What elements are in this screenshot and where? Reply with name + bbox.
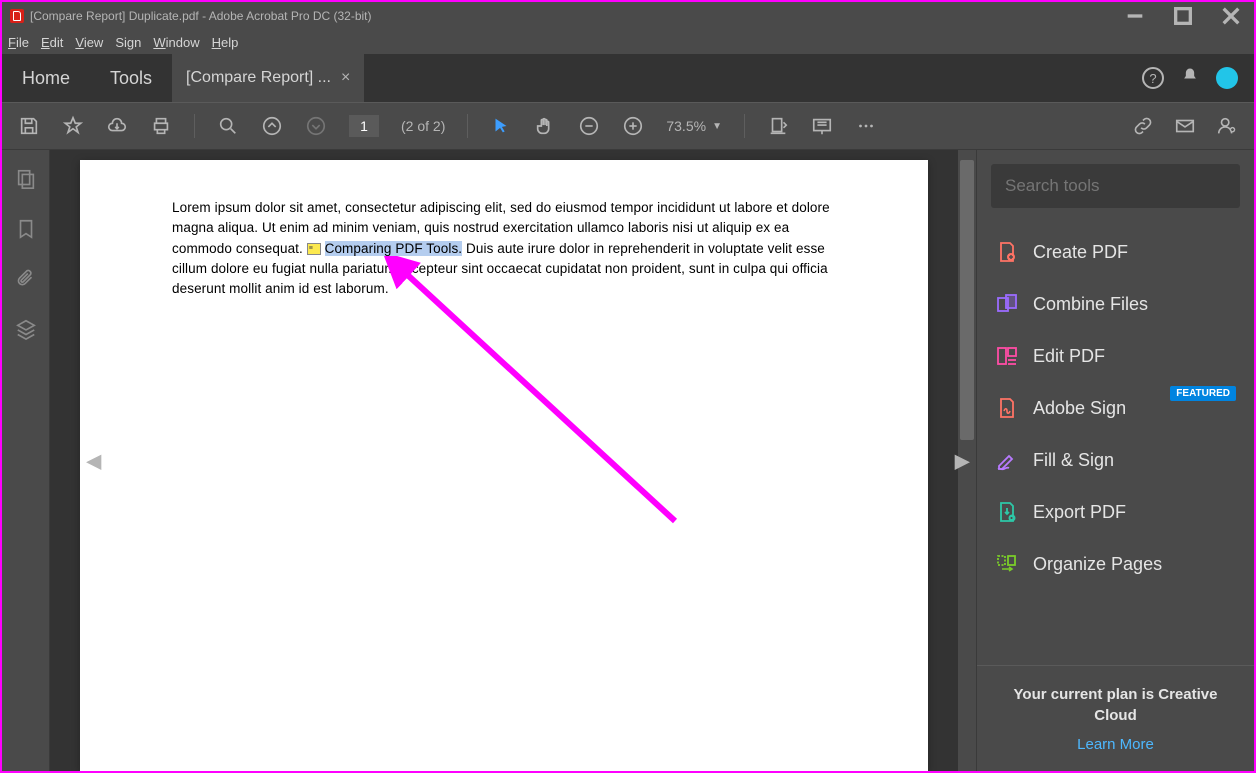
toolbar: (2 of 2) 73.5% ▼ xyxy=(2,102,1254,150)
tab-document[interactable]: [Compare Report] ... × xyxy=(172,54,364,102)
highlighted-text[interactable]: Comparing PDF Tools. xyxy=(325,241,463,256)
tool-item-adobe-sign[interactable]: Adobe Sign FEATURED xyxy=(977,382,1254,434)
tool-label: Edit PDF xyxy=(1033,346,1105,367)
menu-help[interactable]: Help xyxy=(212,35,239,50)
tabbar: Home Tools [Compare Report] ... × ? xyxy=(2,54,1254,102)
more-tools-icon[interactable] xyxy=(855,115,877,137)
notifications-icon[interactable] xyxy=(1180,66,1200,91)
cloud-icon[interactable] xyxy=(106,115,128,137)
create-pdf-icon xyxy=(995,240,1019,264)
attachments-icon[interactable] xyxy=(15,268,37,290)
scrollbar-thumb[interactable] xyxy=(960,160,974,440)
page-down-icon xyxy=(305,115,327,137)
app-icon xyxy=(10,9,24,23)
combine-files-icon xyxy=(995,292,1019,316)
zoom-display[interactable]: 73.5% ▼ xyxy=(666,118,722,134)
left-sidebar xyxy=(2,150,50,771)
read-mode-icon[interactable] xyxy=(811,115,833,137)
menu-view[interactable]: View xyxy=(75,35,103,50)
right-panel: Create PDF Combine Files Edit PDF Adobe Sig… xyxy=(976,150,1254,771)
edit-pdf-icon xyxy=(995,344,1019,368)
menu-sign[interactable]: Sign xyxy=(115,35,141,50)
share-link-icon[interactable] xyxy=(1132,115,1154,137)
annotation-note-icon[interactable]: ≡ xyxy=(307,243,321,255)
fill-sign-icon xyxy=(995,448,1019,472)
save-icon[interactable] xyxy=(18,115,40,137)
zoom-out-icon[interactable] xyxy=(578,115,600,137)
email-icon[interactable] xyxy=(1174,115,1196,137)
document-area: ◀ Lorem ipsum dolor sit amet, consectetu… xyxy=(50,150,976,771)
bookmarks-icon[interactable] xyxy=(15,218,37,240)
tool-item-create-pdf[interactable]: Create PDF xyxy=(977,226,1254,278)
tool-item-organize-pages[interactable]: Organize Pages xyxy=(977,538,1254,590)
find-icon[interactable] xyxy=(217,115,239,137)
tools-list: Create PDF Combine Files Edit PDF Adobe Sig… xyxy=(977,222,1254,665)
plan-text: Your current plan is Creative Cloud xyxy=(997,684,1234,726)
search-tools-input[interactable] xyxy=(991,164,1240,208)
tool-label: Combine Files xyxy=(1033,294,1148,315)
page-input[interactable] xyxy=(349,115,379,137)
tool-item-fill-&-sign[interactable]: Fill & Sign xyxy=(977,434,1254,486)
menu-file[interactable]: File xyxy=(8,35,29,50)
print-icon[interactable] xyxy=(150,115,172,137)
tool-label: Export PDF xyxy=(1033,502,1126,523)
layers-icon[interactable] xyxy=(15,318,37,340)
tool-label: Create PDF xyxy=(1033,242,1128,263)
chevron-down-icon: ▼ xyxy=(712,121,722,132)
page-up-icon[interactable] xyxy=(261,115,283,137)
zoom-value: 73.5% xyxy=(666,118,706,134)
tab-tools[interactable]: Tools xyxy=(90,54,172,103)
prev-page-chevron[interactable]: ◀ xyxy=(86,448,101,473)
star-icon[interactable] xyxy=(62,115,84,137)
export-pdf-icon xyxy=(995,500,1019,524)
help-icon[interactable]: ? xyxy=(1142,67,1164,89)
tool-item-edit-pdf[interactable]: Edit PDF xyxy=(977,330,1254,382)
featured-badge: FEATURED xyxy=(1170,386,1236,401)
arrow-annotation xyxy=(380,256,958,771)
document-page[interactable]: Lorem ipsum dolor sit amet, consectetur … xyxy=(80,160,928,771)
adobe-sign-icon xyxy=(995,396,1019,420)
tool-item-combine-files[interactable]: Combine Files xyxy=(977,278,1254,330)
page-count: (2 of 2) xyxy=(401,118,445,134)
share-people-icon[interactable] xyxy=(1216,115,1238,137)
plan-footer: Your current plan is Creative Cloud Lear… xyxy=(977,665,1254,771)
main-area: ◀ Lorem ipsum dolor sit amet, consectetu… xyxy=(2,150,1254,771)
tool-label: Fill & Sign xyxy=(1033,450,1114,471)
user-avatar[interactable] xyxy=(1216,67,1238,89)
window-title: [Compare Report] Duplicate.pdf - Adobe A… xyxy=(30,9,1120,23)
menu-edit[interactable]: Edit xyxy=(41,35,63,50)
thumbnails-icon[interactable] xyxy=(15,168,37,190)
close-button[interactable] xyxy=(1216,5,1246,27)
next-page-chevron[interactable]: ▶ xyxy=(955,448,970,473)
tool-item-export-pdf[interactable]: Export PDF xyxy=(977,486,1254,538)
organize-pages-icon xyxy=(995,552,1019,576)
page-display-icon[interactable] xyxy=(767,115,789,137)
tab-document-label: [Compare Report] ... xyxy=(186,69,331,87)
learn-more-link[interactable]: Learn More xyxy=(997,736,1234,753)
tab-close-icon[interactable]: × xyxy=(341,69,350,87)
tab-home[interactable]: Home xyxy=(2,54,90,103)
document-paragraph: Lorem ipsum dolor sit amet, consectetur … xyxy=(172,198,836,299)
minimize-button[interactable] xyxy=(1120,5,1150,27)
tool-label: Organize Pages xyxy=(1033,554,1162,575)
menu-window[interactable]: Window xyxy=(153,35,199,50)
tool-label: Adobe Sign xyxy=(1033,398,1126,419)
titlebar: [Compare Report] Duplicate.pdf - Adobe A… xyxy=(2,2,1254,30)
maximize-button[interactable] xyxy=(1168,5,1198,27)
menubar: File Edit View Sign Window Help xyxy=(2,30,1254,54)
pan-tool-icon[interactable] xyxy=(534,115,556,137)
select-tool-icon[interactable] xyxy=(490,115,512,137)
zoom-in-icon[interactable] xyxy=(622,115,644,137)
